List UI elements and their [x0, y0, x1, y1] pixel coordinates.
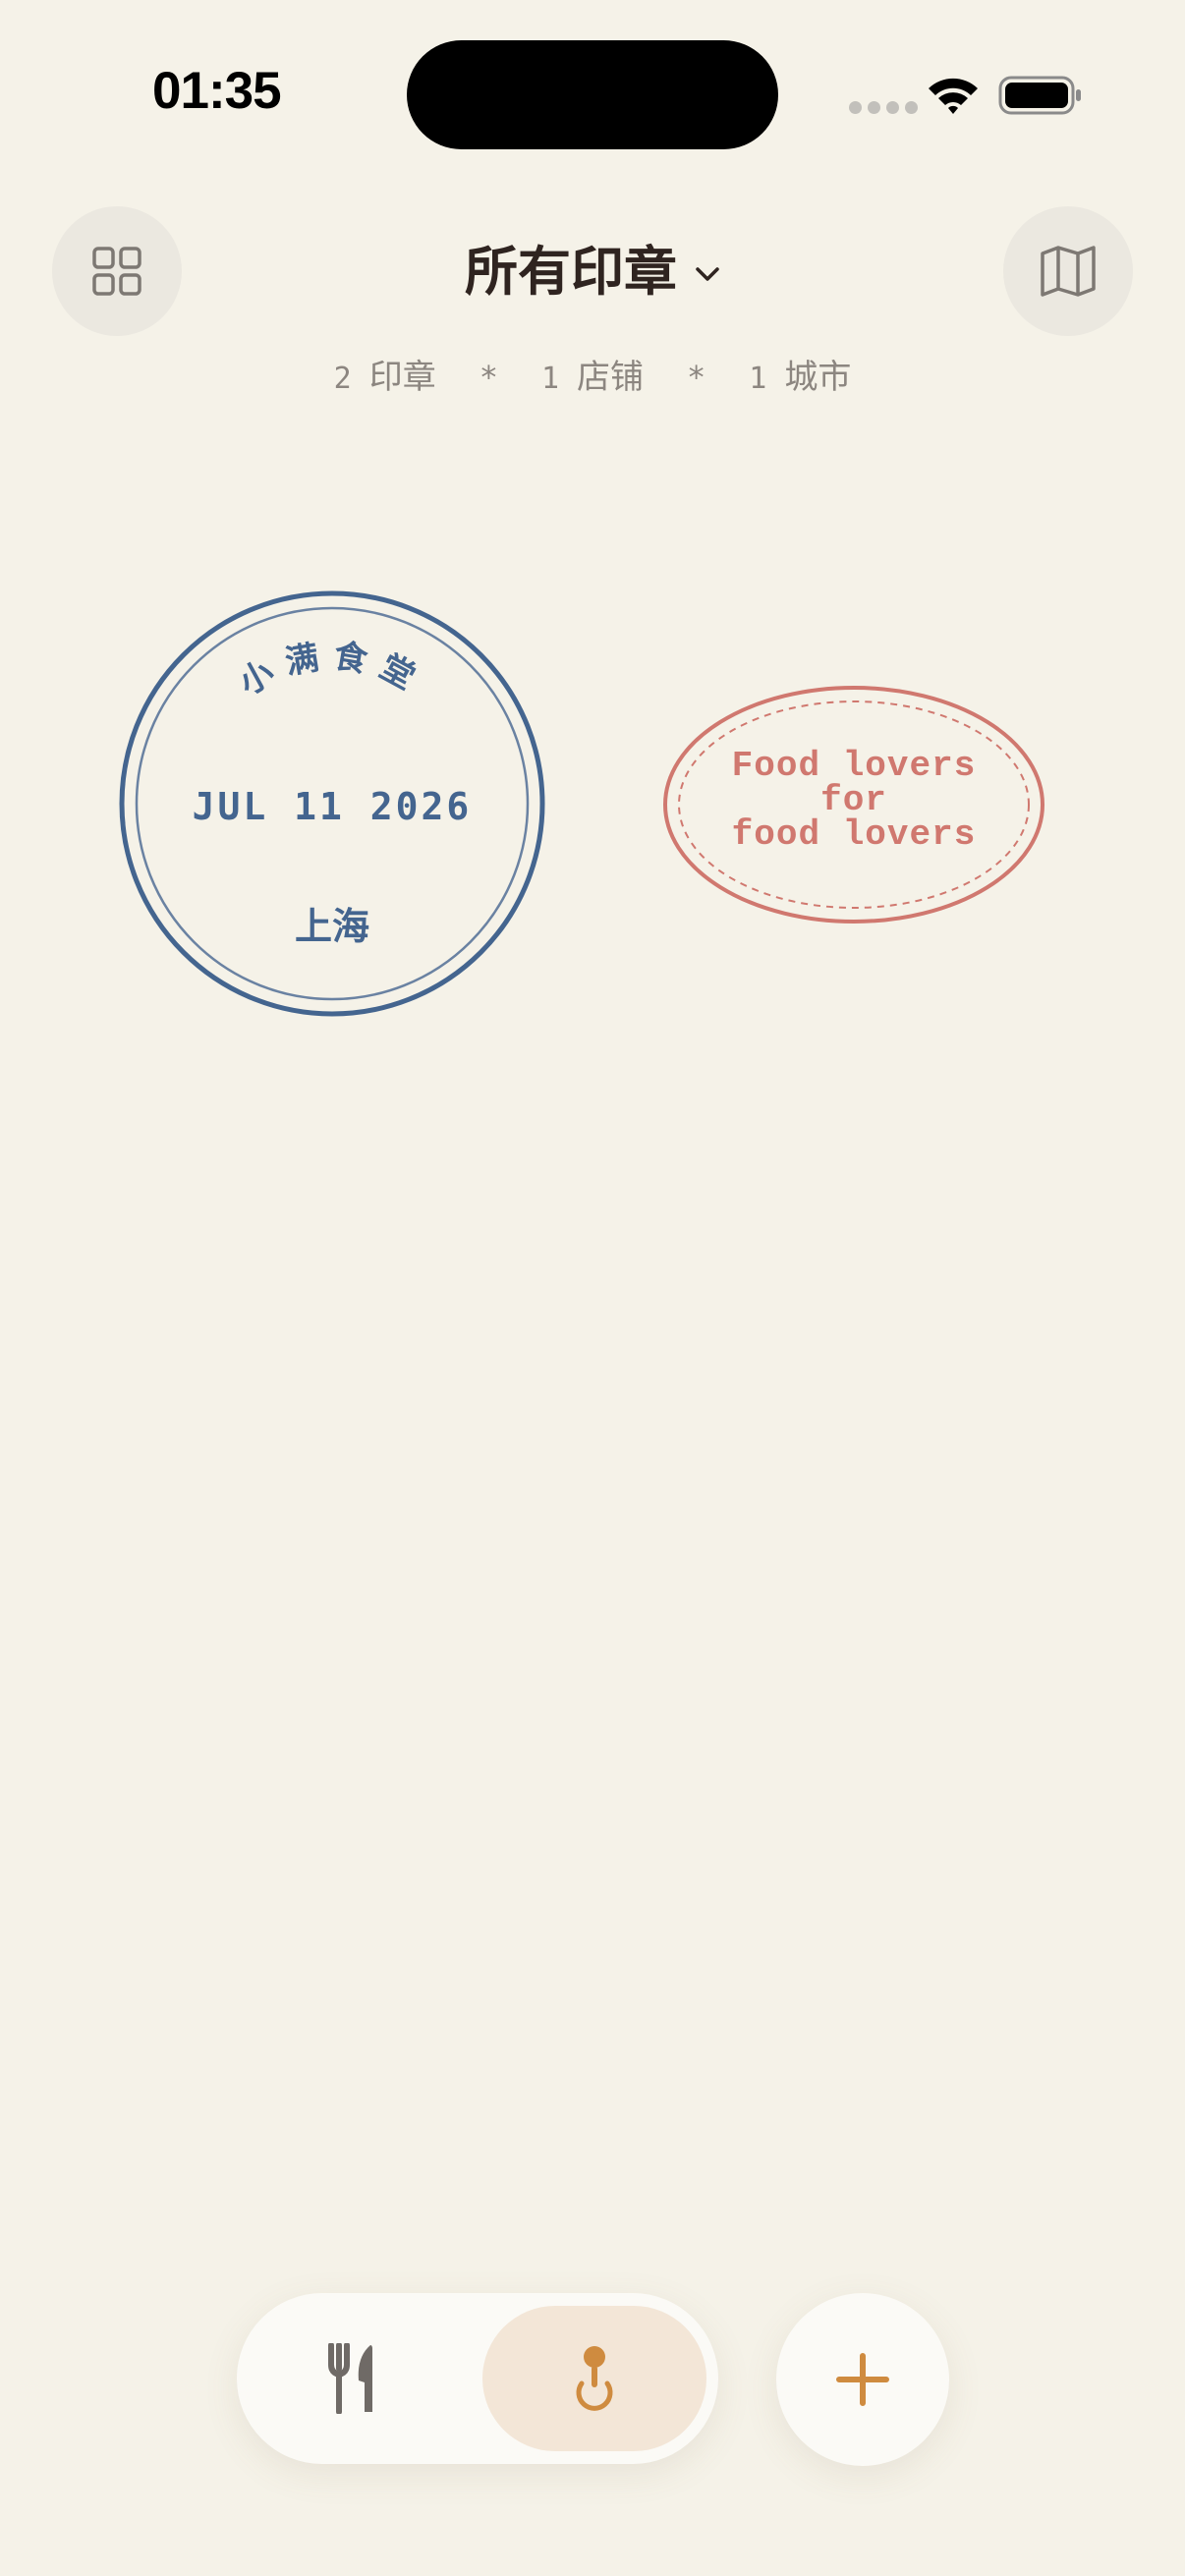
- summary-separator: *: [479, 359, 498, 396]
- city-count-label: 城市: [784, 358, 852, 397]
- circle-stamp: 小满食堂 JUL 11 2026 上海: [119, 590, 545, 1017]
- oval-stamp: Food lovers for food lovers: [663, 686, 1044, 924]
- city-count: 1: [749, 362, 767, 396]
- tab-restaurants[interactable]: [286, 2313, 418, 2444]
- status-time: 01:35: [152, 62, 282, 120]
- fork-knife-icon: [328, 2343, 372, 2414]
- wifi-icon: [929, 78, 978, 114]
- stamp-count: 2: [333, 362, 352, 396]
- stamp-city: 上海: [295, 905, 369, 948]
- add-stamp-button[interactable]: [776, 2293, 949, 2466]
- stamp-card[interactable]: Food lovers for food lovers: [660, 684, 1047, 929]
- battery-icon: [998, 76, 1081, 115]
- bottom-tab-bar: [237, 2293, 718, 2464]
- collection-summary: 2 印章 * 1 店铺 * 1 城市: [0, 350, 1185, 398]
- status-bar: 01:35: [0, 0, 1185, 196]
- stamp-store-name: 小满食堂: [233, 637, 431, 703]
- stamp-count-label: 印章: [368, 358, 436, 397]
- page-title: 所有印章: [465, 241, 677, 303]
- stamp-date: JUL 11 2026: [193, 785, 473, 828]
- store-count: 1: [540, 362, 560, 396]
- stamp-card[interactable]: 小满食堂 JUL 11 2026 上海: [116, 588, 548, 1024]
- tab-stamps[interactable]: [482, 2306, 706, 2451]
- chevron-down-icon: [696, 266, 719, 281]
- stamp-icon: [576, 2346, 613, 2411]
- store-count-label: 店铺: [577, 358, 645, 397]
- map-view-button[interactable]: [1003, 206, 1133, 336]
- summary-separator: *: [687, 359, 706, 396]
- plus-icon: [836, 2353, 889, 2406]
- map-icon: [1041, 246, 1096, 297]
- dynamic-island: [407, 40, 778, 149]
- stamp-text-line: food lovers: [732, 814, 977, 855]
- cellular-signal-icon: [849, 101, 918, 114]
